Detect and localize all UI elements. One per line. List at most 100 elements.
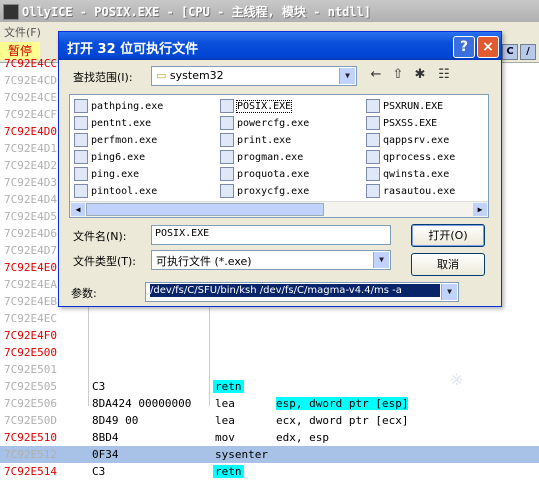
close-button[interactable]: × (477, 36, 499, 58)
file-item[interactable]: qwinsta.exe (366, 167, 449, 183)
file-list[interactable]: pathping.exe POSIX.EXE PSXRUN.EXE pentnt.ex… (69, 94, 489, 218)
chevron-down-icon[interactable]: ▼ (373, 252, 389, 268)
file-icon (74, 184, 88, 198)
file-name: rasautou.exe (383, 186, 456, 197)
filetype-combo[interactable]: 可执行文件 (*.exe) ▼ (151, 250, 391, 270)
file-icon (220, 167, 234, 181)
file-icon (366, 99, 380, 113)
folder-icon: ▭ (156, 69, 167, 82)
file-name: ping.exe (91, 169, 140, 180)
chevron-down-icon[interactable]: ▼ (339, 68, 355, 84)
opcode-bytes: C3 (92, 380, 106, 393)
file-name: print.exe (237, 135, 292, 146)
args-combo[interactable]: /dev/fs/C/SFU/bin/ksh /dev/fs/C/magma-v4… (145, 282, 459, 302)
file-item[interactable]: proxycfg.exe (220, 184, 309, 200)
address: 7C92E4EB (4, 295, 57, 308)
file-item[interactable]: proquota.exe (220, 167, 309, 183)
disasm-row[interactable]: 7C92E512 0F34 sysenter (0, 446, 539, 463)
file-name: POSIX.EXE (235, 100, 293, 113)
file-name: qappsrv.exe (383, 135, 450, 146)
mnemonic: lea (215, 397, 235, 410)
file-item[interactable]: pintool.exe (74, 184, 157, 200)
disasm-row[interactable]: 7C92E510 8BD4 mov edx, esp (0, 429, 539, 446)
address: 7C92E4F0 (4, 329, 57, 342)
file-item[interactable]: qprocess.exe (366, 150, 455, 166)
file-icon (220, 150, 234, 164)
address: 7C92E4CD (4, 74, 57, 87)
mnemonic (213, 361, 217, 378)
file-icon (366, 133, 380, 147)
chevron-down-icon[interactable]: ▼ (441, 284, 457, 300)
operands: esp, dword ptr [esp] (276, 397, 409, 410)
address: 7C92E4EA (4, 278, 57, 291)
file-item[interactable]: pathping.exe (74, 99, 163, 115)
file-name: proquota.exe (237, 169, 310, 180)
address: 7C92E4D6 (4, 227, 57, 240)
file-icon (366, 184, 380, 198)
disasm-row[interactable]: 7C92E4F0 (0, 327, 539, 344)
file-icon (220, 116, 234, 130)
filename-field[interactable]: POSIX.EXE (151, 225, 391, 245)
dialog-title: 打开 32 位可执行文件 (67, 42, 199, 57)
address: 7C92E512 (4, 448, 57, 461)
view-menu-icon[interactable]: ☷ (435, 67, 453, 83)
disasm-row[interactable]: 7C92E506 8DA424 00000000 lea esp, dword ptr… (0, 395, 539, 412)
lookin-value: ▭ system32 (156, 69, 224, 82)
address: 7C92E50D (4, 414, 57, 427)
disasm-row[interactable]: 7C92E500 (0, 344, 539, 361)
filetype-label: 文件类型(T): (73, 255, 137, 268)
file-name: progman.exe (237, 152, 304, 163)
file-icon (74, 99, 88, 113)
watermark: ※ (450, 370, 464, 389)
mnemonic: lea (215, 414, 235, 427)
file-name: qwinsta.exe (383, 169, 450, 180)
horizontal-scrollbar[interactable]: ◀ ▶ (70, 201, 488, 217)
file-item[interactable]: progman.exe (220, 150, 303, 166)
file-icon (366, 167, 380, 181)
file-item[interactable]: powercfg.exe (220, 116, 309, 132)
mnemonic: mov (215, 431, 235, 444)
up-folder-icon[interactable]: ⇧ (389, 67, 407, 83)
address: 7C92E4D1 (4, 142, 57, 155)
address: 7C92E4D5 (4, 210, 57, 223)
file-item[interactable]: print.exe (220, 133, 291, 149)
operands: edx, esp (276, 431, 329, 444)
file-item[interactable]: rasautou.exe (366, 184, 455, 200)
disasm-row[interactable]: 7C92E4EC (0, 310, 539, 327)
scroll-left-icon[interactable]: ◀ (71, 203, 85, 216)
file-item[interactable]: PSXRUN.EXE (366, 99, 443, 115)
file-item[interactable]: qappsrv.exe (366, 133, 449, 149)
address: 7C92E4D4 (4, 193, 57, 206)
address: 7C92E4CC (4, 57, 57, 70)
new-folder-icon[interactable]: ✱ (411, 67, 429, 83)
address: 7C92E4D0 (4, 125, 57, 138)
address: 7C92E510 (4, 431, 57, 444)
disasm-row[interactable]: 7C92E50D 8D49 00 lea ecx, dword ptr [ecx] (0, 412, 539, 429)
file-item[interactable]: pentnt.exe (74, 116, 151, 132)
file-name: PSXRUN.EXE (383, 101, 444, 112)
open-button[interactable]: 打开(O) (411, 224, 485, 247)
help-button[interactable]: ? (453, 36, 475, 58)
address: 7C92E4CF (4, 108, 57, 121)
file-item[interactable]: PSXSS.EXE (366, 116, 437, 132)
scroll-thumb[interactable] (86, 203, 324, 216)
args-label: 参数: (71, 287, 97, 300)
file-item[interactable]: ping6.exe (74, 150, 145, 166)
address: 7C92E4D3 (4, 176, 57, 189)
file-item[interactable]: POSIX.EXE (220, 99, 293, 115)
file-name: ping6.exe (91, 152, 146, 163)
scroll-right-icon[interactable]: ▶ (473, 203, 487, 216)
disasm-row[interactable]: 7C92E514 C3 retn (0, 463, 539, 480)
file-icon (366, 116, 380, 130)
file-name: pintool.exe (91, 186, 158, 197)
filename-label: 文件名(N): (73, 230, 127, 243)
cancel-button[interactable]: 取消 (411, 253, 485, 276)
file-item[interactable]: ping.exe (74, 167, 139, 183)
opcode-bytes: 8DA424 00000000 (92, 397, 192, 410)
lookin-combo[interactable]: ▭ system32 ▼ (151, 66, 357, 86)
file-icon (220, 99, 234, 113)
app-icon (3, 4, 19, 20)
menu-file[interactable]: 文件(F) (4, 24, 41, 40)
file-item[interactable]: perfmon.exe (74, 133, 157, 149)
back-arrow-icon[interactable]: ← (367, 67, 385, 83)
